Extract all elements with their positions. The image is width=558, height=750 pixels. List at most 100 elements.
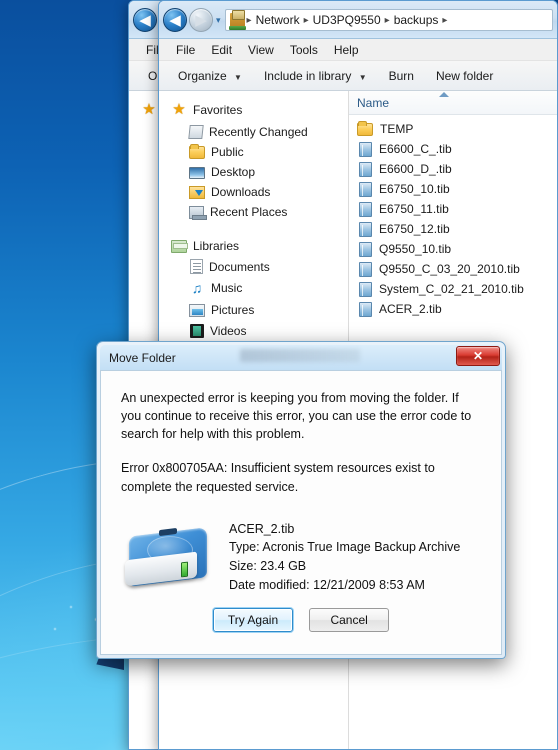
sidebar-item-recently-changed[interactable]: Recently Changed <box>159 121 348 142</box>
new-folder-label: New folder <box>435 68 494 83</box>
close-glyph: ✕ <box>472 349 484 363</box>
video-icon <box>190 324 204 338</box>
tib-file-icon <box>359 301 372 317</box>
recent-icon <box>188 125 204 139</box>
list-item[interactable]: Q9550_10.tib <box>349 239 557 259</box>
chevron-down-icon: ▼ <box>358 72 367 82</box>
tib-file-icon <box>359 281 372 297</box>
list-item[interactable]: System_C_02_21_2010.tib <box>349 279 557 299</box>
list-item[interactable]: Q9550_C_03_20_2010.tib <box>349 259 557 279</box>
list-item[interactable]: E6600_D_.tib <box>349 159 557 179</box>
close-icon[interactable]: ✕ <box>456 346 500 366</box>
list-item[interactable]: E6600_C_.tib <box>349 139 557 159</box>
try-again-button[interactable]: Try Again <box>212 608 294 632</box>
sort-ascending-icon <box>439 92 449 97</box>
cancel-label: Cancel <box>330 613 368 627</box>
back-arrow-icon: ◀ <box>169 12 181 29</box>
star-icon: ★ <box>172 101 186 118</box>
sidebar-item-label: Documents <box>209 259 270 274</box>
file-name-label: E6600_D_.tib <box>379 162 452 176</box>
new-folder-button[interactable]: New folder <box>427 66 502 86</box>
menu-tools[interactable]: Tools <box>283 41 325 59</box>
list-item[interactable]: TEMP <box>349 119 557 139</box>
tib-file-icon <box>359 201 372 217</box>
include-in-library-label: Include in library <box>263 68 352 83</box>
column-header-label: Name <box>357 95 390 110</box>
sidebar-item-label: Public <box>211 145 244 159</box>
breadcrumb-separator: ▸ <box>303 14 309 26</box>
column-header-name[interactable]: Name <box>349 91 557 115</box>
file-details: ACER_2.tib Type: Acronis True Image Back… <box>101 496 501 595</box>
move-folder-dialog[interactable]: Move Folder ✕ An unexpected error is kee… <box>96 341 506 659</box>
forward-arrow-icon: ▶ <box>195 12 207 29</box>
menu-view[interactable]: View <box>241 41 281 59</box>
folder-icon <box>357 121 373 136</box>
organize-label: Organize <box>178 68 227 83</box>
breadcrumb-backups[interactable]: backups <box>392 13 441 27</box>
burn-label: Burn <box>388 68 414 83</box>
dialog-titlebar[interactable]: Move Folder ✕ <box>100 345 502 370</box>
file-list: TEMP E6600_C_.tib E6600_D_.tib E6750_10.… <box>349 115 557 319</box>
file-name-label: E6750_10.tib <box>379 182 450 196</box>
sidebar-item-public[interactable]: Public <box>159 142 348 162</box>
menu-help[interactable]: Help <box>327 41 366 59</box>
back-button[interactable]: ◀ <box>133 8 157 32</box>
sidebar-item-label: Desktop <box>211 165 256 179</box>
sidebar-item-music[interactable]: ♫ Music <box>159 277 348 299</box>
breadcrumb-network[interactable]: Network <box>254 13 302 27</box>
sidebar-item-videos[interactable]: Videos <box>159 320 348 341</box>
dialog-title: Move Folder <box>109 350 176 365</box>
file-name-label: E6600_C_.tib <box>379 142 452 156</box>
forward-button[interactable]: ▶ <box>189 8 213 32</box>
sidebar-item-downloads[interactable]: Downloads <box>159 182 348 202</box>
downloads-icon <box>189 186 205 199</box>
sidebar-item-recent-places[interactable]: Recent Places <box>159 202 348 222</box>
cancel-button[interactable]: Cancel <box>309 608 390 632</box>
wallpaper-sparkle <box>54 628 56 630</box>
sidebar-item-pictures[interactable]: Pictures <box>159 299 348 320</box>
sidebar-item-documents[interactable]: Documents <box>159 256 348 277</box>
sidebar-item-desktop[interactable]: Desktop <box>159 162 348 182</box>
sidebar-item-label: Downloads <box>211 185 271 199</box>
menu-file[interactable]: File <box>169 41 202 59</box>
sidebar-item-favorites[interactable]: ★ Favorites <box>159 99 348 121</box>
list-item[interactable]: E6750_11.tib <box>349 199 557 219</box>
file-name-label: E6750_11.tib <box>379 202 449 216</box>
breadcrumb-separator: ▸ <box>384 14 390 26</box>
obscured-background-element <box>240 349 360 362</box>
recent-places-icon <box>189 206 207 220</box>
navigation-row: ◀ ▶ ▾ ▸ Network ▸ UD3PQ9550 ▸ backups ▸ <box>159 1 557 39</box>
dialog-body: An unexpected error is keeping you from … <box>100 370 502 655</box>
list-item[interactable]: ACER_2.tib <box>349 299 557 319</box>
recent-locations-dropdown-icon[interactable]: ▾ <box>216 15 221 26</box>
command-toolbar: Organize ▼ Include in library ▼ Burn New… <box>159 61 557 91</box>
back-arrow-icon: ◀ <box>139 12 151 29</box>
dialog-buttons: Try Again Cancel <box>101 608 501 654</box>
breadcrumb-ud3pq9550[interactable]: UD3PQ9550 <box>311 13 383 27</box>
tib-file-icon <box>359 141 372 157</box>
sidebar-item-label: Music <box>211 281 243 295</box>
sidebar-divider <box>159 222 348 236</box>
sidebar-item-label: Favorites <box>193 103 243 117</box>
organize-button[interactable]: Organize ▼ <box>169 66 251 86</box>
tib-file-icon <box>359 161 372 177</box>
burn-button[interactable]: Burn <box>380 66 423 86</box>
file-details-text: ACER_2.tib Type: Acronis True Image Back… <box>229 520 460 595</box>
computer-network-icon <box>228 10 246 30</box>
file-name-label: Q9550_10.tib <box>379 242 452 256</box>
address-bar[interactable]: ▸ Network ▸ UD3PQ9550 ▸ backups ▸ <box>224 9 553 31</box>
file-type: Type: Acronis True Image Backup Archive <box>229 540 461 555</box>
sidebar-item-libraries[interactable]: Libraries <box>159 236 348 256</box>
dialog-message: An unexpected error is keeping you from … <box>101 371 501 496</box>
list-item[interactable]: E6750_10.tib <box>349 179 557 199</box>
try-again-label: Try Again <box>227 613 279 627</box>
back-button[interactable]: ◀ <box>163 8 187 32</box>
list-item[interactable]: E6750_12.tib <box>349 219 557 239</box>
folder-icon <box>189 144 205 159</box>
file-name-label: TEMP <box>380 122 414 136</box>
include-in-library-button[interactable]: Include in library ▼ <box>255 66 376 86</box>
music-note-icon: ♫ <box>191 280 203 296</box>
star-icon: ★ <box>142 101 156 118</box>
menu-edit[interactable]: Edit <box>204 41 239 59</box>
breadcrumb-separator: ▸ <box>246 14 252 26</box>
